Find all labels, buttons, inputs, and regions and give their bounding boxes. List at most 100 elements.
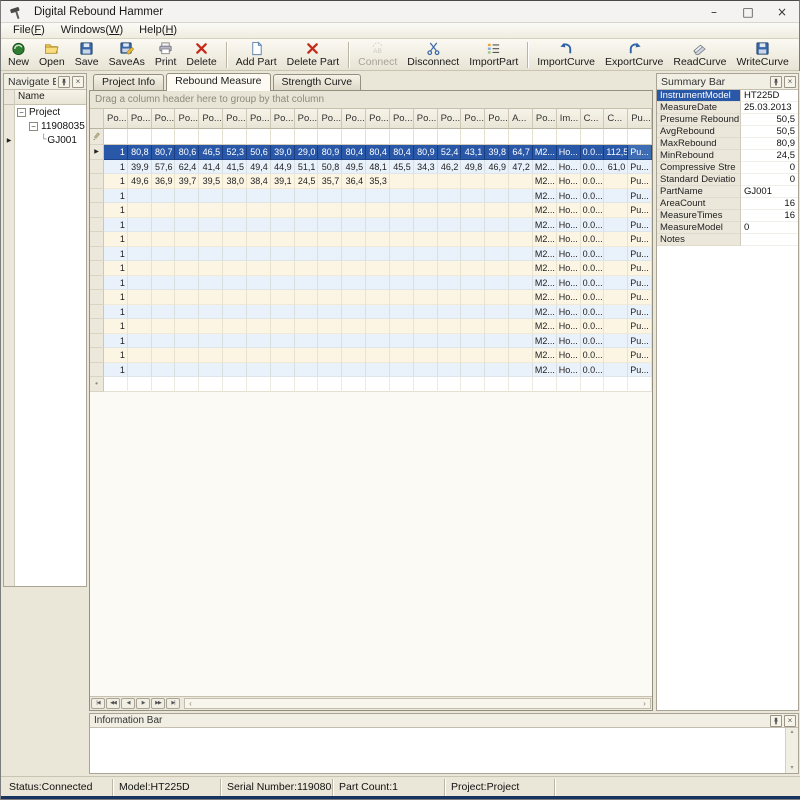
grid-row[interactable]: 139,957,662,441,441,549,444,951,150,849,… — [90, 160, 652, 175]
cell[interactable] — [390, 247, 414, 262]
cell[interactable]: Ho... — [557, 319, 581, 334]
cell[interactable] — [390, 290, 414, 305]
cell[interactable]: 39,9 — [128, 160, 152, 175]
cell[interactable] — [414, 232, 438, 247]
cell[interactable] — [295, 218, 319, 233]
cell[interactable] — [247, 247, 271, 262]
cell[interactable]: Pu... — [628, 247, 652, 262]
cell[interactable] — [175, 218, 199, 233]
cell[interactable] — [223, 290, 247, 305]
cell[interactable] — [604, 305, 628, 320]
cell[interactable]: Ho... — [557, 174, 581, 189]
cell[interactable]: Pu... — [628, 290, 652, 305]
cell[interactable] — [318, 189, 342, 204]
cell[interactable] — [604, 174, 628, 189]
cell[interactable] — [223, 203, 247, 218]
column-header-3[interactable]: Po... — [175, 109, 199, 129]
cell[interactable] — [128, 290, 152, 305]
cell[interactable] — [295, 247, 319, 262]
cell[interactable] — [223, 247, 247, 262]
cell[interactable] — [152, 247, 176, 262]
cell[interactable]: 1 — [104, 189, 128, 204]
cell[interactable]: 46,9 — [485, 160, 509, 175]
cell[interactable] — [271, 218, 295, 233]
close-icon[interactable]: × — [72, 76, 84, 88]
print-button[interactable]: Print — [150, 39, 182, 70]
cell[interactable]: 50,6 — [247, 145, 271, 160]
cell[interactable]: 1 — [104, 319, 128, 334]
cell[interactable] — [414, 203, 438, 218]
cell[interactable] — [271, 247, 295, 262]
cell[interactable] — [152, 261, 176, 276]
new-row-cell[interactable] — [318, 377, 342, 392]
cell[interactable] — [461, 334, 485, 349]
cell[interactable] — [509, 348, 533, 363]
grid-row[interactable]: 1M2...Ho...0.0...Pu... — [90, 218, 652, 233]
cell[interactable] — [366, 247, 390, 262]
cell[interactable] — [461, 276, 485, 291]
cell[interactable]: Ho... — [557, 348, 581, 363]
cell[interactable]: 39,8 — [485, 145, 509, 160]
cell[interactable] — [175, 319, 199, 334]
new-row-cell[interactable] — [295, 377, 319, 392]
cell[interactable] — [366, 305, 390, 320]
group-by-panel[interactable]: Drag a column header here to group by th… — [90, 91, 652, 109]
cell[interactable] — [438, 232, 462, 247]
column-header-16[interactable]: Po... — [485, 109, 509, 129]
new-row-cell[interactable] — [414, 377, 438, 392]
nav-prev-button[interactable]: ◀ — [121, 698, 135, 709]
cell[interactable] — [390, 363, 414, 378]
cell[interactable] — [295, 290, 319, 305]
cell[interactable] — [247, 319, 271, 334]
cell[interactable] — [366, 261, 390, 276]
column-header-13[interactable]: Po... — [414, 109, 438, 129]
cell[interactable] — [438, 319, 462, 334]
cell[interactable] — [295, 276, 319, 291]
cell[interactable] — [223, 261, 247, 276]
filter-cell[interactable] — [557, 129, 581, 145]
cell[interactable]: Pu... — [628, 174, 652, 189]
cell[interactable]: Ho... — [557, 218, 581, 233]
cell[interactable]: 44,9 — [271, 160, 295, 175]
cell[interactable] — [342, 363, 366, 378]
cell[interactable] — [247, 348, 271, 363]
cell[interactable] — [366, 334, 390, 349]
cell[interactable]: 0.0... — [581, 174, 605, 189]
cell[interactable] — [509, 334, 533, 349]
close-icon[interactable]: × — [784, 715, 796, 727]
cell[interactable] — [485, 334, 509, 349]
cell[interactable] — [295, 334, 319, 349]
cell[interactable] — [438, 174, 462, 189]
cell[interactable]: 45,5 — [390, 160, 414, 175]
cell[interactable] — [461, 261, 485, 276]
nav-prev-page-button[interactable]: ◀◀ — [106, 698, 120, 709]
tree-node-gj001[interactable]: └GJ001 — [15, 133, 86, 147]
cell[interactable]: M2... — [533, 305, 557, 320]
filter-cell[interactable] — [295, 129, 319, 145]
filter-cell[interactable] — [628, 129, 652, 145]
cell[interactable]: 80,9 — [318, 145, 342, 160]
cell[interactable] — [342, 290, 366, 305]
column-header-0[interactable]: Po... — [104, 109, 128, 129]
filter-cell[interactable] — [223, 129, 247, 145]
column-header-6[interactable]: Po... — [247, 109, 271, 129]
cell[interactable] — [438, 363, 462, 378]
cell[interactable] — [604, 232, 628, 247]
new-row-cell[interactable] — [557, 377, 581, 392]
cell[interactable]: 52,4 — [438, 145, 462, 160]
cell[interactable]: Pu... — [628, 232, 652, 247]
new-row-cell[interactable] — [438, 377, 462, 392]
column-header-15[interactable]: Po... — [461, 109, 485, 129]
cell[interactable] — [247, 189, 271, 204]
cell[interactable] — [390, 261, 414, 276]
cell[interactable] — [152, 305, 176, 320]
cell[interactable]: 38,4 — [247, 174, 271, 189]
cell[interactable] — [509, 261, 533, 276]
cell[interactable] — [128, 261, 152, 276]
cell[interactable] — [223, 363, 247, 378]
new-row-cell[interactable] — [461, 377, 485, 392]
cell[interactable] — [199, 305, 223, 320]
cell[interactable]: M2... — [533, 334, 557, 349]
cell[interactable]: Pu... — [628, 363, 652, 378]
pin-icon[interactable] — [58, 76, 70, 88]
